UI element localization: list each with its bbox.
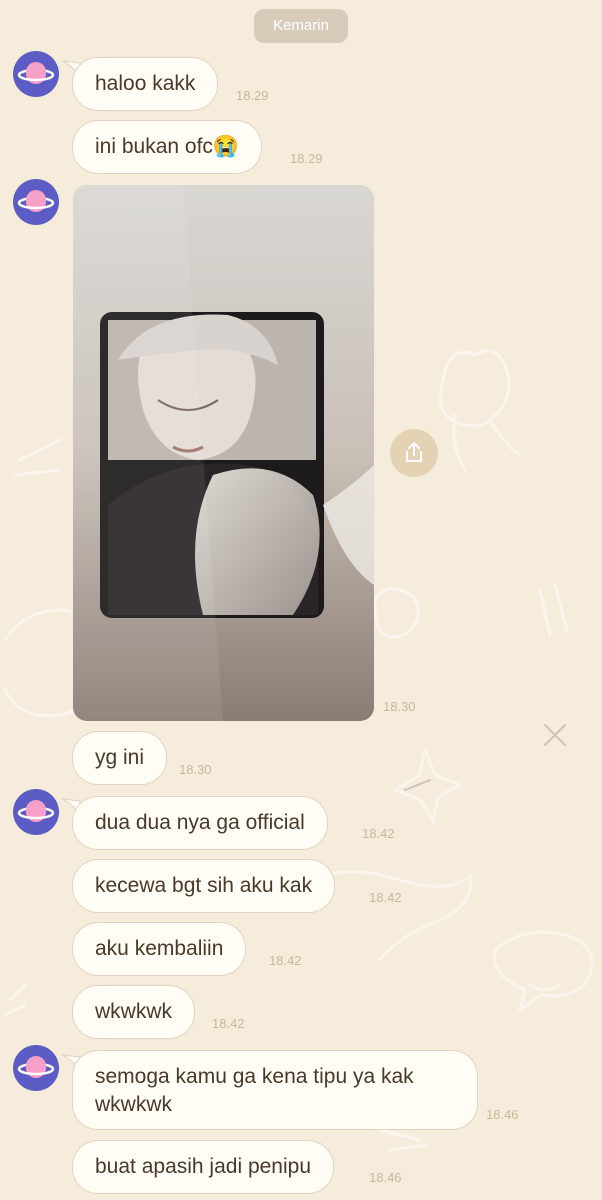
photo-message[interactable] (73, 185, 374, 721)
message-time: 18.42 (212, 1016, 245, 1031)
planet-icon (17, 62, 55, 84)
message-bubble[interactable]: dua dua nya ga official (72, 796, 328, 850)
message-time: 18.42 (362, 826, 395, 841)
message-bubble[interactable]: aku kembaliin (72, 922, 247, 976)
planet-icon (17, 1056, 55, 1078)
message-time: 18.46 (486, 1107, 519, 1122)
date-separator: Kemarin (254, 9, 348, 43)
contact-avatar[interactable] (13, 51, 59, 97)
message-time: 18.29 (290, 151, 323, 166)
message-time: 18.30 (383, 699, 416, 714)
message-bubble[interactable]: buat apasih jadi penipu (72, 1140, 335, 1194)
message-bubble[interactable]: ini bukan ofc😭 (72, 120, 263, 174)
planet-icon (17, 190, 55, 212)
contact-avatar[interactable] (13, 179, 59, 225)
share-button[interactable] (390, 429, 438, 477)
message-bubble[interactable]: wkwkwk (72, 985, 195, 1039)
message-bubble[interactable]: semoga kamu ga kena tipu ya kak wkwkwk (72, 1050, 478, 1130)
message-bubble[interactable]: yg ini (72, 731, 168, 785)
share-icon (406, 442, 422, 462)
message-bubble[interactable]: haloo kakk (72, 57, 219, 111)
message-time: 18.42 (369, 890, 402, 905)
message-bubble[interactable]: kecewa bgt sih aku kak (72, 859, 336, 913)
planet-icon (17, 800, 55, 822)
message-time: 18.29 (236, 88, 269, 103)
message-time: 18.30 (179, 762, 212, 777)
message-time: 18.46 (369, 1170, 402, 1185)
contact-avatar[interactable] (13, 1045, 59, 1091)
photocard-image (73, 185, 374, 721)
contact-avatar[interactable] (13, 789, 59, 835)
message-time: 18.42 (269, 953, 302, 968)
